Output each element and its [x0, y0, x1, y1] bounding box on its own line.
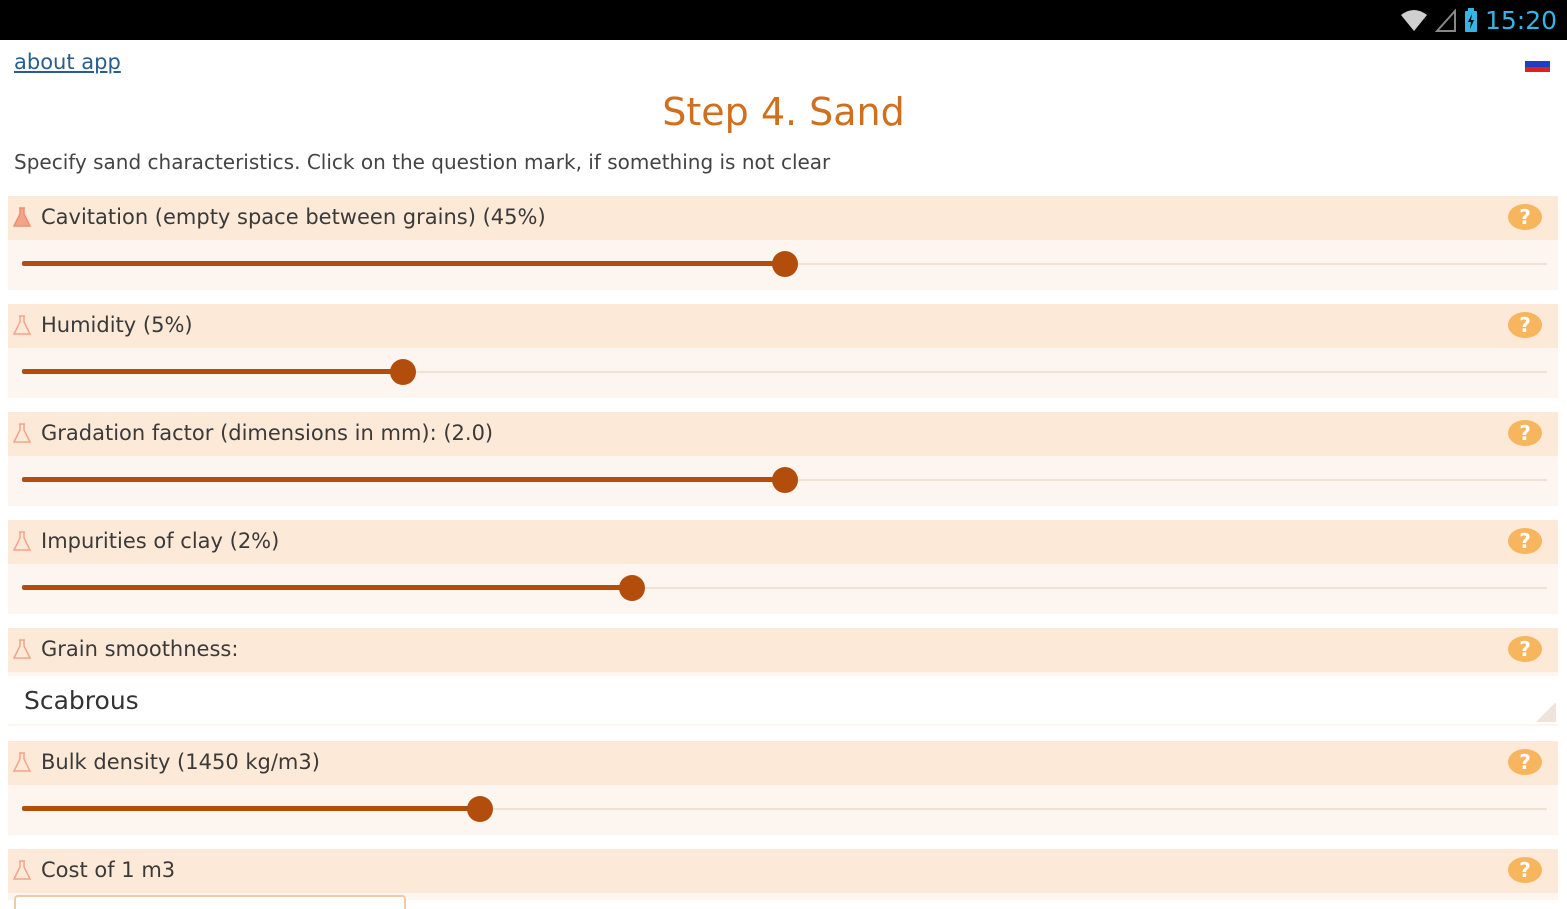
gradation-slider-fill: [22, 477, 785, 482]
cavitation-slider-thumb[interactable]: [772, 251, 798, 277]
smoothness-select[interactable]: Scabrous: [8, 676, 1558, 724]
density-label: Bulk density (1450 kg/m3): [41, 750, 320, 774]
cavitation-help-icon[interactable]: ?: [1508, 204, 1542, 230]
clock: 15:20: [1484, 5, 1557, 35]
gradation-slider-thumb[interactable]: [772, 467, 798, 493]
language-flag-icon[interactable]: [1525, 56, 1550, 72]
flask-icon: [12, 315, 32, 335]
clay-header: Impurities of clay (2%) ?: [8, 520, 1558, 564]
flask-icon: [12, 639, 32, 659]
flask-icon: [12, 207, 32, 227]
battery-icon: [1464, 8, 1477, 32]
flask-icon: [12, 423, 32, 443]
cost-help-icon[interactable]: ?: [1508, 857, 1542, 883]
density-slider[interactable]: [22, 794, 1547, 824]
gradation-header: Gradation factor (dimensions in mm): (2.…: [8, 412, 1558, 456]
gradation-slider[interactable]: [22, 465, 1547, 495]
smoothness-help-icon[interactable]: ?: [1508, 636, 1542, 662]
clay-help-icon[interactable]: ?: [1508, 528, 1542, 554]
about-app-link[interactable]: about app: [14, 50, 121, 74]
cavitation-label: Cavitation (empty space between grains) …: [41, 205, 546, 229]
signal-icon: [1434, 8, 1456, 32]
dropdown-corner-icon: [1536, 702, 1556, 722]
humidity-slider-fill: [22, 369, 403, 374]
flask-icon: [12, 752, 32, 772]
page-subtitle: Specify sand characteristics. Click on t…: [14, 150, 831, 174]
cost-input[interactable]: [14, 895, 406, 909]
smoothness-select-value: Scabrous: [24, 686, 139, 715]
humidity-help-icon[interactable]: ?: [1508, 312, 1542, 338]
humidity-label: Humidity (5%): [41, 313, 193, 337]
gradation-label: Gradation factor (dimensions in mm): (2.…: [41, 421, 494, 445]
cavitation-slider[interactable]: [22, 249, 1547, 279]
clay-slider[interactable]: [22, 573, 1547, 603]
humidity-header: Humidity (5%) ?: [8, 304, 1558, 348]
status-bar: 15:20: [0, 0, 1567, 40]
humidity-row: Humidity (5%) ?: [8, 304, 1558, 398]
clay-row: Impurities of clay (2%) ?: [8, 520, 1558, 614]
density-header: Bulk density (1450 kg/m3) ?: [8, 741, 1558, 785]
density-slider-fill: [22, 806, 480, 811]
wifi-icon: [1400, 10, 1427, 31]
clay-label: Impurities of clay (2%): [41, 529, 280, 553]
density-slider-thumb[interactable]: [467, 796, 493, 822]
cost-row: Cost of 1 m3 ?: [8, 849, 1558, 909]
humidity-slider-thumb[interactable]: [390, 359, 416, 385]
cavitation-slider-fill: [22, 261, 785, 266]
cost-header: Cost of 1 m3 ?: [8, 849, 1558, 893]
smoothness-row: Grain smoothness: ? Scabrous: [8, 628, 1558, 726]
flask-icon: [12, 860, 32, 880]
clay-slider-thumb[interactable]: [619, 575, 645, 601]
cavitation-row: Cavitation (empty space between grains) …: [8, 196, 1558, 290]
gradation-help-icon[interactable]: ?: [1508, 420, 1542, 446]
gradation-row: Gradation factor (dimensions in mm): (2.…: [8, 412, 1558, 506]
cost-label: Cost of 1 m3: [41, 858, 176, 882]
humidity-slider[interactable]: [22, 357, 1547, 387]
density-help-icon[interactable]: ?: [1508, 749, 1542, 775]
smoothness-label: Grain smoothness:: [41, 637, 239, 661]
smoothness-header: Grain smoothness: ?: [8, 628, 1558, 672]
page-title: Step 4. Sand: [662, 90, 905, 134]
clay-slider-fill: [22, 585, 632, 590]
flask-icon: [12, 531, 32, 551]
cavitation-header: Cavitation (empty space between grains) …: [8, 196, 1558, 240]
density-row: Bulk density (1450 kg/m3) ?: [8, 741, 1558, 835]
